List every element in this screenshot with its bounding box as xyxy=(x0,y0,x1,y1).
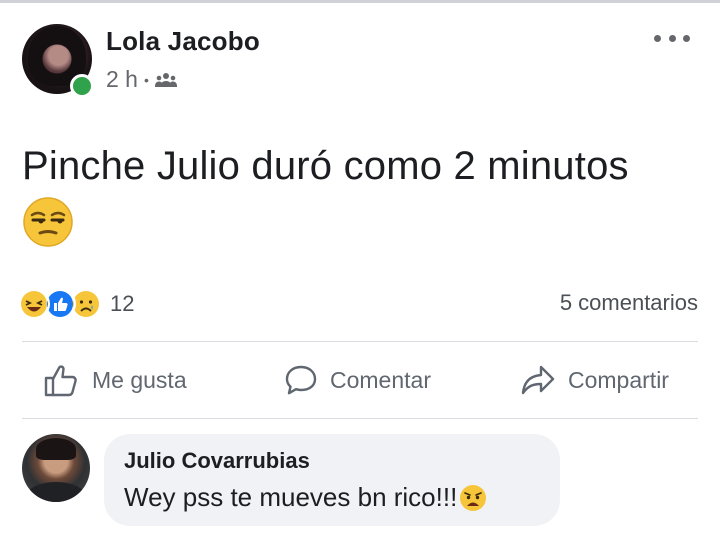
post-time[interactable]: 2 h xyxy=(106,66,138,93)
meta-separator: • xyxy=(143,71,149,88)
post-author-name[interactable]: Lola Jacobo xyxy=(106,26,260,57)
more-options-icon[interactable] xyxy=(654,28,690,48)
post-meta: 2 h • xyxy=(106,66,177,93)
commenter-name[interactable]: Julio Covarrubias xyxy=(124,448,310,474)
comment-text-row: Wey pss te mueves bn rico!!! xyxy=(124,482,487,513)
commenter-avatar[interactable] xyxy=(22,434,90,502)
divider-bottom xyxy=(22,418,698,419)
comment-bubble: Julio Covarrubias Wey pss te mueves bn r… xyxy=(104,434,560,526)
comment-label: Comentar xyxy=(330,366,431,393)
like-label: Me gusta xyxy=(92,366,187,393)
friends-icon[interactable] xyxy=(154,72,177,88)
reactions-summary[interactable]: 12 xyxy=(18,288,134,320)
thumbs-up-icon xyxy=(44,365,77,397)
divider-top xyxy=(22,341,698,342)
top-border xyxy=(0,0,720,3)
comment-bubble-icon xyxy=(285,365,317,395)
comment-button[interactable]: Comentar xyxy=(284,360,431,400)
reactions-count: 12 xyxy=(110,291,135,316)
unamused-face-icon xyxy=(23,197,73,247)
share-arrow-icon xyxy=(521,365,555,395)
comment-text: Wey pss te mueves bn rico!!! xyxy=(124,482,458,512)
like-button[interactable]: Me gusta xyxy=(44,360,187,400)
share-button[interactable]: Compartir xyxy=(520,360,669,400)
share-label: Compartir xyxy=(568,366,669,393)
comments-count-link[interactable]: 5 comentarios xyxy=(560,290,698,316)
online-status-dot xyxy=(70,74,94,98)
haha-icon xyxy=(18,288,50,320)
anguished-face-icon xyxy=(460,484,487,511)
post-text: Pinche Julio duró como 2 minutos xyxy=(22,144,629,188)
